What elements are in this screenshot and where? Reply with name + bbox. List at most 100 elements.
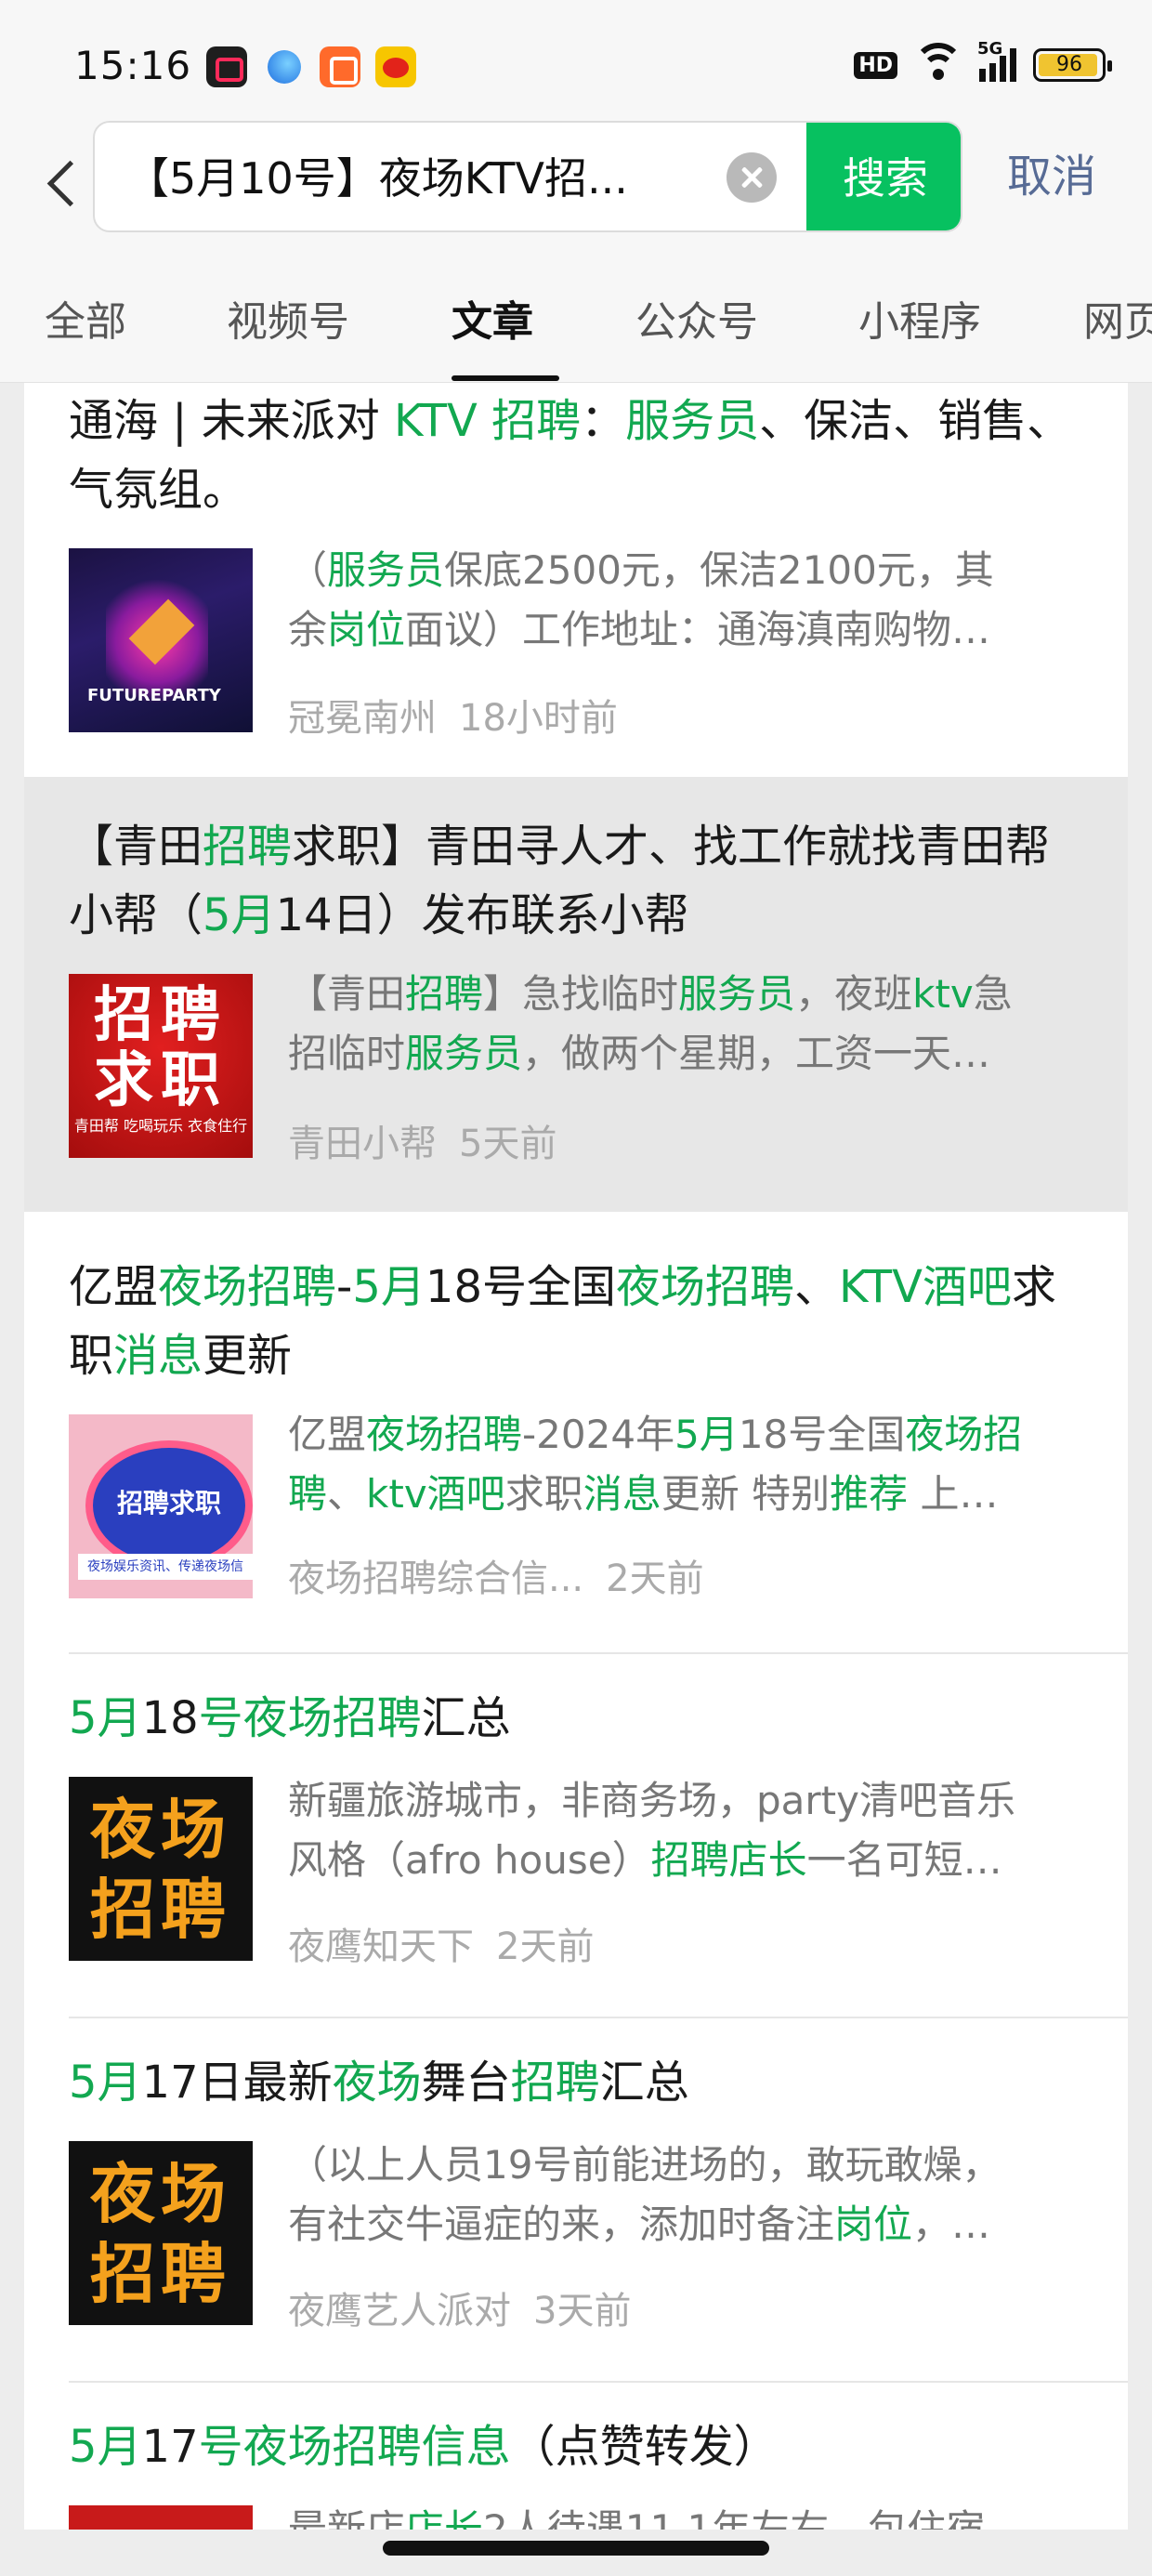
text-segment: 18号全国 bbox=[425, 1261, 616, 1313]
keyword-highlight: 推荐 bbox=[830, 1471, 909, 1517]
snippet-line: 风格（afro house）招聘店长一名可短… bbox=[288, 1831, 1087, 1890]
keyword-highlight: 夜场招聘 bbox=[616, 1261, 795, 1313]
result-title[interactable]: 亿盟夜场招聘-5月18号全国夜场招聘、KTV酒吧求职消息更新 bbox=[69, 1253, 1083, 1390]
text-segment: ，夜班 bbox=[795, 971, 913, 1017]
result-title[interactable]: 通海 | 未来派对 KTV 招聘：服务员、保洁、销售、气氛组。 bbox=[69, 387, 1083, 524]
result-card[interactable]: 5月18号夜场招聘汇总 夜场招聘 新疆旅游城市，非商务场，party清吧音乐 风格… bbox=[24, 1656, 1128, 2020]
keyword-highlight: 消息 bbox=[583, 1471, 661, 1517]
result-meta: 青田小帮 5天前 bbox=[288, 1113, 556, 1167]
text-segment: 舞台 bbox=[421, 2057, 511, 2109]
result-thumbnail[interactable] bbox=[69, 2505, 253, 2530]
text-segment: 汇总 bbox=[599, 2057, 689, 2109]
result-thumbnail[interactable]: 夜场招聘 bbox=[69, 1777, 253, 1961]
result-source[interactable]: 夜鹰知天下 bbox=[288, 1925, 474, 1968]
text-segment: （以上人员19号前能进场的，敢玩敢燥， bbox=[288, 2142, 1001, 2188]
clear-icon[interactable] bbox=[727, 152, 777, 203]
thumbnail-text: 招聘求职 bbox=[94, 981, 228, 1115]
result-thumbnail[interactable]: FUTUREPARTY bbox=[69, 548, 253, 732]
result-snippet: 【青田招聘】急找临时服务员，夜班ktv急 招临时服务员，做两个星期，工资一天… bbox=[288, 965, 1087, 1084]
snippet-line: 【青田招聘】急找临时服务员，夜班ktv急 bbox=[288, 965, 1087, 1024]
screen-record-icon bbox=[206, 46, 247, 87]
keyword-highlight: 聘 bbox=[288, 1471, 328, 1517]
result-time: 3天前 bbox=[533, 2290, 632, 2333]
text-segment: 急 bbox=[973, 971, 1013, 1017]
result-card[interactable]: 通海 | 未来派对 KTV 招聘：服务员、保洁、销售、气氛组。 FUTUREPA… bbox=[24, 383, 1128, 771]
result-title[interactable]: 【青田招聘求职】青田寻人才、找工作就找青田帮 小帮（5月14日）发布联系小帮 bbox=[69, 812, 1083, 950]
text-segment: 一名可短… bbox=[806, 1837, 1002, 1883]
keyword-highlight: 号夜场招聘信息 bbox=[198, 2421, 511, 2473]
cancel-button[interactable]: 取消 bbox=[1007, 121, 1096, 232]
result-card[interactable]: 亿盟夜场招聘-5月18号全国夜场招聘、KTV酒吧求职消息更新 招聘求职 夜场娱乐… bbox=[24, 1212, 1128, 1656]
result-meta: 冠冕南州 18小时前 bbox=[288, 688, 618, 742]
keyword-highlight: 岗位 bbox=[834, 2201, 913, 2247]
filter-tabs: 全部 视频号 文章 公众号 小程序 网页 bbox=[0, 260, 1152, 383]
text-segment: （ bbox=[288, 547, 328, 593]
keyword-highlight: 5月 bbox=[69, 2421, 142, 2473]
keyword-highlight: 服务员 bbox=[405, 1031, 523, 1076]
result-card[interactable]: 5月17号夜场招聘信息（点赞转发） 最新店店长2人待遇11.1年左右，包住宿 bbox=[24, 2385, 1128, 2530]
result-snippet: 亿盟夜场招聘-2024年5月18号全国夜场招 聘、ktv酒吧求职消息更新 特别推荐… bbox=[288, 1405, 1087, 1524]
text-segment: 招临时 bbox=[288, 1031, 406, 1076]
result-card[interactable]: 5月17日最新夜场舞台招聘汇总 夜场招聘 （以上人员19号前能进场的，敢玩敢燥，… bbox=[24, 2020, 1128, 2385]
text-segment: 14日）发布联系小帮 bbox=[275, 889, 689, 941]
result-time: 2天前 bbox=[496, 1925, 595, 1968]
keyword-highlight: ktv bbox=[912, 971, 974, 1017]
keyword-highlight: 服务员 bbox=[625, 395, 760, 447]
tab-all[interactable]: 全部 bbox=[45, 288, 126, 348]
result-thumbnail[interactable]: 招聘求职 青田帮 吃喝玩乐 衣食住行 bbox=[69, 974, 253, 1158]
result-title[interactable]: 5月17号夜场招聘信息（点赞转发） bbox=[69, 2412, 1083, 2481]
tab-web[interactable]: 网页 bbox=[1083, 288, 1152, 348]
text-segment: 汇总 bbox=[421, 1692, 511, 1744]
result-snippet: （以上人员19号前能进场的，敢玩敢燥， 有社交牛逼症的来，添加时备注岗位，… bbox=[288, 2136, 1087, 2254]
thumbnail-text: 招聘求职 bbox=[116, 1488, 221, 1518]
search-input[interactable]: 【5月10号】夜场KTV招... bbox=[126, 123, 721, 230]
text-segment: 上… bbox=[908, 1471, 999, 1517]
text-segment: ，… bbox=[912, 2201, 991, 2247]
text-segment: 保底2500元，保洁2100元，其 bbox=[444, 547, 994, 593]
hd-badge: HD bbox=[854, 51, 897, 79]
tab-official-accounts[interactable]: 公众号 bbox=[635, 288, 758, 348]
result-thumbnail[interactable]: 招聘求职 夜场娱乐资讯、传递夜场信 bbox=[69, 1414, 253, 1598]
result-time: 18小时前 bbox=[459, 697, 618, 740]
text-segment: 更新 特别 bbox=[661, 1471, 831, 1517]
keyword-highlight: ktv酒吧 bbox=[366, 1471, 505, 1517]
tab-mini-programs[interactable]: 小程序 bbox=[858, 288, 981, 348]
result-title[interactable]: 5月17日最新夜场舞台招聘汇总 bbox=[69, 2048, 1083, 2117]
tab-channels[interactable]: 视频号 bbox=[227, 288, 349, 348]
thumbnail-text: 夜场招聘 bbox=[90, 2156, 231, 2312]
result-source[interactable]: 夜鹰艺人派对 bbox=[288, 2290, 511, 2333]
keyword-highlight: 夜场招聘 bbox=[158, 1261, 337, 1313]
text-segment: 17日最新 bbox=[141, 2057, 333, 2109]
result-source[interactable]: 冠冕南州 bbox=[288, 697, 437, 740]
result-thumbnail[interactable]: 夜场招聘 bbox=[69, 2141, 253, 2325]
text-segment: 新疆旅游城市，非商务场，party清吧音乐 bbox=[288, 1778, 1015, 1823]
snippet-line: 聘、ktv酒吧求职消息更新 特别推荐 上… bbox=[288, 1465, 1087, 1524]
keyword-highlight: 招聘 bbox=[203, 821, 293, 873]
keyword-highlight: 服务员 bbox=[327, 547, 445, 593]
text-segment: 风格（afro house） bbox=[288, 1837, 651, 1883]
keyword-highlight: 消息 bbox=[113, 1330, 203, 1382]
result-meta: 夜场招聘综合信... 2天前 bbox=[288, 1548, 704, 1602]
text-segment: 有社交牛逼症的来，添加时备注 bbox=[288, 2201, 835, 2247]
back-arrow-icon[interactable] bbox=[37, 147, 93, 216]
search-box[interactable]: 【5月10号】夜场KTV招... 搜索 bbox=[93, 121, 962, 232]
text-segment: 更新 bbox=[203, 1330, 293, 1382]
result-source[interactable]: 夜场招聘综合信... bbox=[288, 1557, 583, 1600]
keyword-highlight: 招聘 bbox=[510, 2057, 600, 2109]
result-snippet: （服务员保底2500元，保洁2100元，其 余岗位面议）工作地址：通海滇南购物… bbox=[288, 541, 1087, 660]
text-segment: 面议）工作地址：通海滇南购物… bbox=[405, 607, 991, 652]
keyword-highlight: 5月 bbox=[203, 889, 276, 941]
search-button[interactable]: 搜索 bbox=[806, 123, 961, 230]
snippet-line: 招临时服务员，做两个星期，工资一天… bbox=[288, 1024, 1087, 1084]
result-title[interactable]: 5月18号夜场招聘汇总 bbox=[69, 1684, 1083, 1753]
tab-articles[interactable]: 文章 bbox=[452, 288, 533, 348]
result-snippet: 新疆旅游城市，非商务场，party清吧音乐风格（afro house）招聘店长一… bbox=[288, 1771, 1087, 1890]
text-segment: 】急找临时 bbox=[483, 971, 679, 1017]
battery-level: 96 bbox=[1056, 53, 1082, 76]
result-source[interactable]: 青田小帮 bbox=[288, 1123, 437, 1165]
divider bbox=[69, 2017, 1128, 2018]
keyword-highlight: 服务员 bbox=[678, 971, 796, 1017]
text-segment: 17 bbox=[141, 2421, 199, 2473]
home-indicator[interactable] bbox=[383, 2541, 769, 2556]
keyword-highlight: 夜场招聘 bbox=[366, 1412, 523, 1457]
